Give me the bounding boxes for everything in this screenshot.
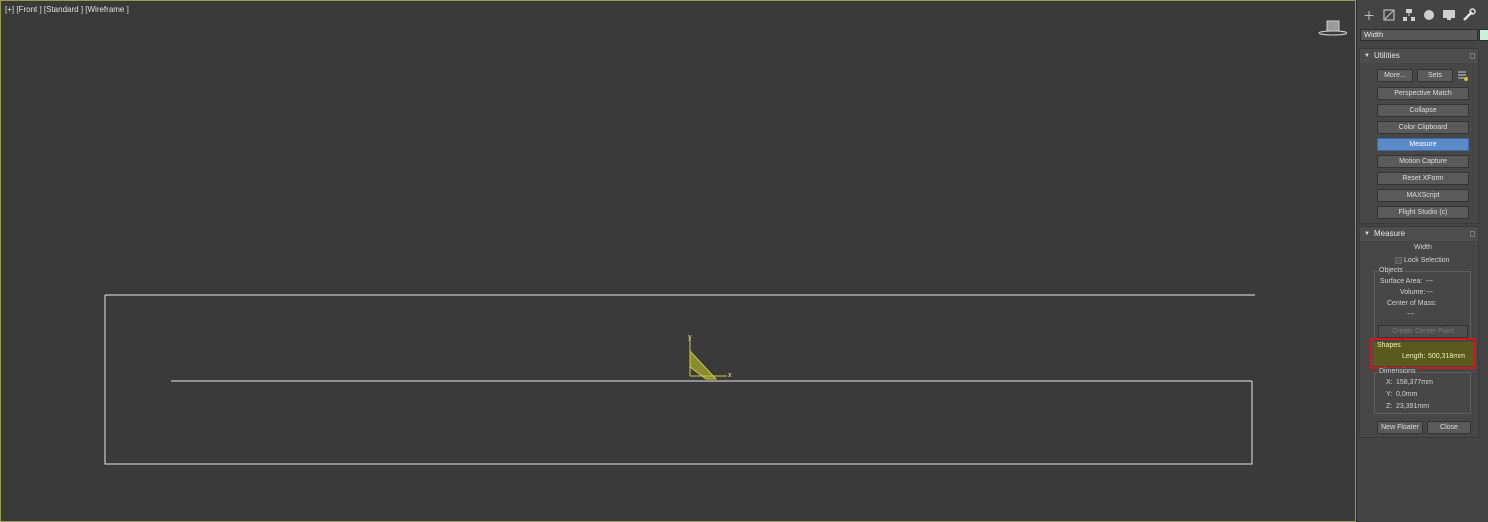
- surface-area-value: ---: [1426, 278, 1433, 285]
- collapse-triangle-icon: ▼: [1364, 231, 1370, 237]
- utilities-title: Utilities: [1374, 51, 1400, 60]
- dimension-y-label: Y:: [1386, 391, 1393, 398]
- utilities-rollout-header[interactable]: ▼ Utilities: [1360, 49, 1478, 63]
- center-of-mass-label: Center of Mass:: [1387, 300, 1437, 307]
- sets-button[interactable]: Sets: [1417, 69, 1453, 82]
- dimensions-group-title: Dimensions: [1378, 368, 1417, 375]
- viewport-scene: y x: [104, 294, 1255, 465]
- center-of-mass-value: ---: [1407, 311, 1414, 318]
- lock-selection-label: Lock Selection: [1404, 257, 1450, 264]
- transform-gizmo[interactable]: y x: [688, 334, 732, 380]
- reset-xform-button[interactable]: Reset XForm: [1377, 172, 1469, 185]
- motion-icon[interactable]: [1421, 8, 1437, 24]
- highlight-annotation-box: [1370, 338, 1476, 369]
- object-color-swatch[interactable]: [1479, 29, 1488, 41]
- object-name-field[interactable]: Width: [1360, 29, 1478, 41]
- utilities-icon[interactable]: [1461, 8, 1477, 24]
- create-icon[interactable]: ＋: [1361, 8, 1377, 24]
- viewcube-icon[interactable]: [1317, 19, 1347, 37]
- color-clipboard-button[interactable]: Color Clipboard: [1377, 121, 1469, 134]
- modify-icon[interactable]: [1381, 8, 1397, 24]
- dimension-z-value: 23,391mm: [1396, 403, 1430, 410]
- panel-tabs: ＋: [1357, 6, 1488, 26]
- measure-button[interactable]: Measure: [1377, 138, 1469, 151]
- volume-label: Volume:: [1400, 289, 1426, 296]
- objects-group-title: Objects: [1378, 267, 1404, 274]
- pin-icon: [1470, 231, 1475, 237]
- measure-title: Measure: [1374, 229, 1406, 238]
- dimension-z-label: Z:: [1386, 403, 1393, 410]
- close-button[interactable]: Close: [1427, 421, 1471, 434]
- perspective-match-button[interactable]: Perspective Match: [1377, 87, 1469, 100]
- more-button[interactable]: More...: [1377, 69, 1413, 82]
- gizmo-x-label: x: [728, 372, 732, 379]
- maxscript-button[interactable]: MAXScript: [1377, 189, 1469, 202]
- surface-area-label: Surface Area:: [1380, 278, 1423, 285]
- lock-selection-checkbox[interactable]: [1395, 257, 1402, 264]
- hierarchy-icon[interactable]: [1401, 8, 1417, 24]
- flight-studio-button[interactable]: Flight Studio (c): [1377, 206, 1469, 219]
- configure-sets-icon[interactable]: [1457, 69, 1469, 82]
- new-floater-button[interactable]: New Floater: [1377, 421, 1423, 434]
- dimension-x-label: X:: [1386, 379, 1393, 386]
- display-icon[interactable]: [1441, 8, 1457, 24]
- dimension-y-value: 0,0mm: [1396, 391, 1418, 398]
- collapse-button[interactable]: Collapse: [1377, 104, 1469, 117]
- command-panel: ＋ Width ▼ Utilities More... Sets Perspec…: [1356, 0, 1488, 522]
- box-wireframe-outline: [104, 295, 1253, 465]
- measure-rollout: ▼ Measure Width Lock Selection Objects S…: [1359, 226, 1479, 438]
- collapse-triangle-icon: ▼: [1364, 53, 1370, 59]
- pin-icon: [1470, 53, 1475, 59]
- front-viewport[interactable]: [+] [Front ] [Standard ] [Wireframe ] y …: [0, 0, 1356, 522]
- create-center-point-button[interactable]: Create Center Point: [1378, 325, 1468, 338]
- gizmo-y-label: y: [688, 334, 692, 341]
- volume-value: ---: [1426, 289, 1433, 296]
- motion-capture-button[interactable]: Motion Capture: [1377, 155, 1469, 168]
- utilities-rollout: ▼ Utilities More... Sets Perspective Mat…: [1359, 48, 1479, 224]
- dimension-x-value: 158,377mm: [1396, 379, 1433, 386]
- measured-object-name: Width: [1414, 244, 1432, 251]
- measure-rollout-header[interactable]: ▼ Measure: [1360, 227, 1478, 241]
